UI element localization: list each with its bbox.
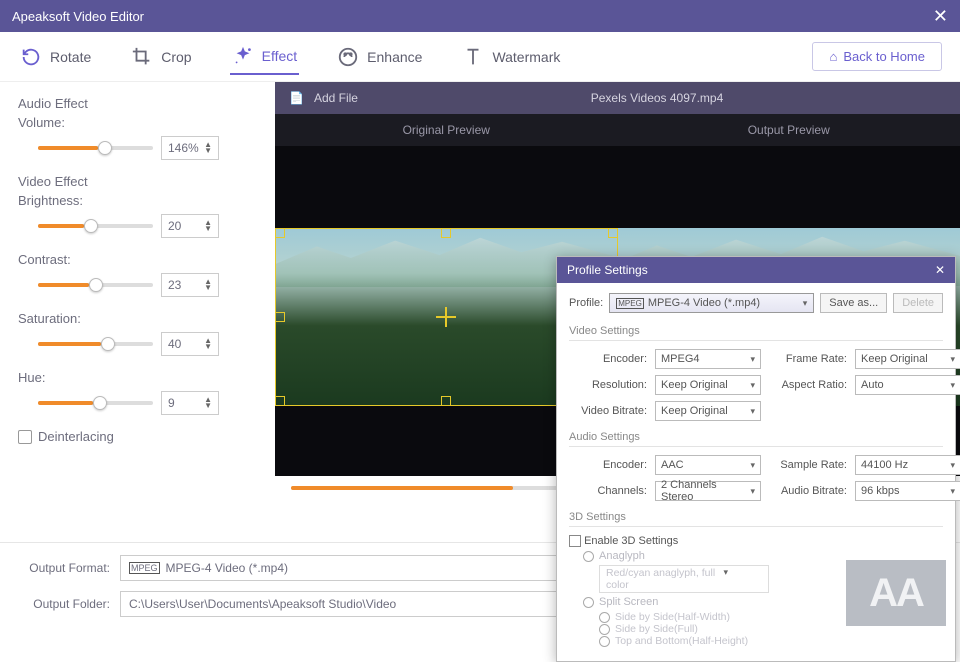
save-as-button[interactable]: Save as... xyxy=(820,293,887,313)
video-bitrate-label: Video Bitrate: xyxy=(569,405,647,417)
output-format-select[interactable]: MPEG MPEG-4 Video (*.mp4) xyxy=(120,555,560,581)
video-settings-header: Video Settings xyxy=(569,325,943,341)
brightness-label: Brightness: xyxy=(18,193,257,208)
audio-bitrate-select[interactable]: 96 kbps▾ xyxy=(855,481,960,501)
tab-label: Crop xyxy=(161,49,191,65)
effect-sidebar: Audio Effect Volume: 146%▲▼ Video Effect… xyxy=(0,82,275,542)
dialog-title: Profile Settings xyxy=(567,263,648,277)
aspect-ratio-select[interactable]: Auto▾ xyxy=(855,375,960,395)
channels-label: Channels: xyxy=(569,485,647,497)
profile-select[interactable]: MPEGMPEG-4 Video (*.mp4) ▾ xyxy=(609,293,814,313)
audio-bitrate-label: Audio Bitrate: xyxy=(769,485,847,497)
volume-spinner[interactable]: 146%▲▼ xyxy=(161,136,219,160)
saturation-spinner[interactable]: 40▲▼ xyxy=(161,332,219,356)
crop-icon xyxy=(131,46,153,68)
effect-icon xyxy=(232,45,254,67)
audio-settings-header: Audio Settings xyxy=(569,431,943,447)
audio-encoder-label: Encoder: xyxy=(569,459,647,471)
contrast-slider[interactable] xyxy=(38,283,153,287)
enhance-icon xyxy=(337,46,359,68)
toolbar: Rotate Crop Effect Enhance Watermark ⌂ B… xyxy=(0,32,960,82)
resolution-label: Resolution: xyxy=(569,379,647,391)
add-file-icon[interactable]: 📄 xyxy=(289,91,304,105)
deinterlacing-checkbox[interactable]: Deinterlacing xyxy=(18,429,257,444)
tab-label: Watermark xyxy=(492,49,560,65)
video-encoder-select[interactable]: MPEG4▾ xyxy=(655,349,761,369)
back-home-label: Back to Home xyxy=(843,49,925,64)
hue-label: Hue: xyxy=(18,370,257,385)
top-bottom-radio: Top and Bottom(Half-Height) xyxy=(599,635,943,647)
tab-label: Enhance xyxy=(367,49,422,65)
mpeg-icon: MPEG xyxy=(129,562,160,574)
dialog-close-icon[interactable]: ✕ xyxy=(935,263,945,277)
saturation-slider[interactable] xyxy=(38,342,153,346)
tab-enhance[interactable]: Enhance xyxy=(335,40,424,74)
audio-encoder-select[interactable]: AAC▾ xyxy=(655,455,761,475)
tab-label: Effect xyxy=(262,48,298,64)
tab-watermark[interactable]: Watermark xyxy=(460,40,562,74)
channels-select[interactable]: 2 Channels Stereo▾ xyxy=(655,481,761,501)
original-preview-label: Original Preview xyxy=(275,114,618,146)
brightness-spinner[interactable]: 20▲▼ xyxy=(161,214,219,238)
frame-rate-label: Frame Rate: xyxy=(769,353,847,365)
deinterlacing-label: Deinterlacing xyxy=(38,429,114,444)
tab-label: Rotate xyxy=(50,49,91,65)
brightness-slider[interactable] xyxy=(38,224,153,228)
volume-label: Volume: xyxy=(18,115,257,130)
rotate-icon xyxy=(20,46,42,68)
close-icon[interactable]: ✕ xyxy=(933,6,948,27)
contrast-spinner[interactable]: 23▲▼ xyxy=(161,273,219,297)
back-to-home-button[interactable]: ⌂ Back to Home xyxy=(812,42,942,71)
watermark-icon xyxy=(462,46,484,68)
output-format-label: Output Format: xyxy=(18,561,110,575)
watermark-logo: AA xyxy=(846,560,946,626)
sample-rate-label: Sample Rate: xyxy=(769,459,847,471)
home-icon: ⌂ xyxy=(829,49,837,64)
output-folder-field[interactable]: C:\Users\User\Documents\Apeaksoft Studio… xyxy=(120,591,560,617)
hue-spinner[interactable]: 9▲▼ xyxy=(161,391,219,415)
frame-rate-select[interactable]: Keep Original▾ xyxy=(855,349,960,369)
saturation-label: Saturation: xyxy=(18,311,257,326)
app-title: Apeaksoft Video Editor xyxy=(12,9,144,24)
encoder-label: Encoder: xyxy=(569,353,647,365)
output-folder-label: Output Folder: xyxy=(18,597,110,611)
output-preview-label: Output Preview xyxy=(618,114,960,146)
enable-3d-checkbox[interactable]: Enable 3D Settings xyxy=(569,535,943,547)
video-effect-title: Video Effect xyxy=(18,174,257,189)
resolution-select[interactable]: Keep Original▾ xyxy=(655,375,761,395)
tab-rotate[interactable]: Rotate xyxy=(18,40,93,74)
delete-button[interactable]: Delete xyxy=(893,293,943,313)
audio-effect-title: Audio Effect xyxy=(18,96,257,111)
crosshair-icon xyxy=(436,307,456,327)
add-file-button[interactable]: Add File xyxy=(314,91,358,105)
hue-slider[interactable] xyxy=(38,401,153,405)
sample-rate-select[interactable]: 44100 Hz▾ xyxy=(855,455,960,475)
aspect-ratio-label: Aspect Ratio: xyxy=(769,379,847,391)
profile-label: Profile: xyxy=(569,297,603,309)
video-bitrate-select[interactable]: Keep Original▾ xyxy=(655,401,761,421)
current-filename: Pexels Videos 4097.mp4 xyxy=(591,91,724,105)
titlebar: Apeaksoft Video Editor ✕ xyxy=(0,0,960,32)
volume-slider[interactable] xyxy=(38,146,153,150)
contrast-label: Contrast: xyxy=(18,252,257,267)
3d-settings-header: 3D Settings xyxy=(569,511,943,527)
tab-effect[interactable]: Effect xyxy=(230,39,300,75)
tab-crop[interactable]: Crop xyxy=(129,40,193,74)
checkbox-icon xyxy=(18,430,32,444)
